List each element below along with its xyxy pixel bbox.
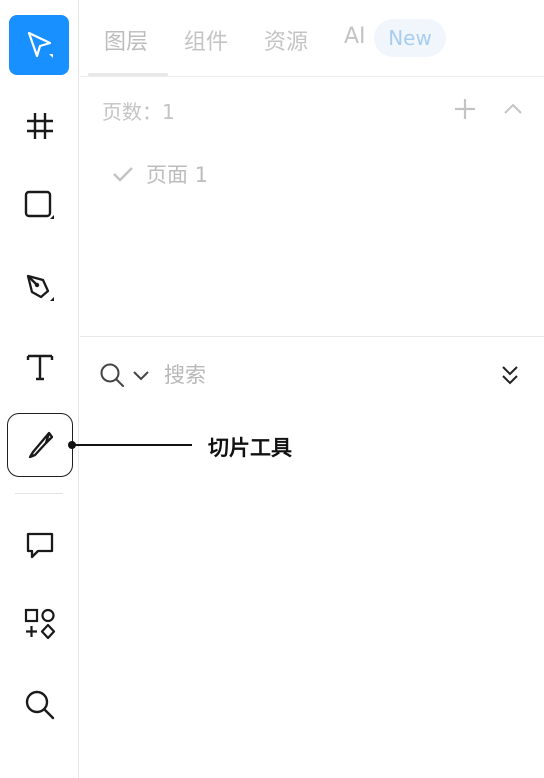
pen-tool-button[interactable] — [8, 256, 72, 320]
page-item-label: 页面 1 — [146, 163, 209, 187]
text-tool-button[interactable] — [8, 335, 72, 399]
pages-count-label: 页数：1 — [102, 100, 175, 124]
search-input[interactable] — [164, 363, 444, 387]
text-T-icon — [26, 354, 54, 381]
panel-tabs: 图层 组件 资源 AI New — [80, 0, 544, 77]
left-toolbar — [0, 0, 79, 778]
frame-tool-button[interactable] — [8, 94, 72, 158]
toolbar-divider — [15, 493, 63, 494]
shapes-grid-icon — [24, 608, 56, 640]
layers-panel: 图层 组件 资源 AI New 页数：1 页面 1 — [80, 0, 544, 778]
comment-bubble-icon — [26, 532, 54, 559]
slice-knife-icon — [28, 431, 54, 459]
section-divider — [80, 336, 544, 337]
callout-line — [74, 444, 192, 446]
comment-tool-button[interactable] — [8, 513, 72, 577]
expand-all-icon[interactable] — [498, 362, 522, 388]
check-icon — [113, 167, 133, 182]
shape-tool-button[interactable] — [8, 174, 72, 238]
hash-frame-icon — [27, 113, 53, 139]
tab-layers[interactable]: 图层 — [104, 24, 148, 56]
rectangle-icon — [24, 190, 54, 219]
tab-components[interactable]: 组件 — [184, 24, 228, 56]
plugins-tool-button[interactable] — [8, 592, 72, 656]
add-page-icon[interactable] — [452, 96, 478, 122]
tab-assets[interactable]: 资源 — [264, 24, 308, 56]
search-icon[interactable] — [98, 361, 126, 389]
chevron-up-icon[interactable] — [500, 96, 526, 122]
slice-tool-button[interactable] — [7, 413, 73, 477]
active-tab-indicator — [88, 73, 168, 76]
pen-nib-icon — [26, 274, 54, 301]
cursor-arrow-icon — [27, 31, 53, 58]
slice-tool-callout-label: 切片工具 — [208, 436, 292, 460]
chevron-down-icon[interactable] — [130, 364, 152, 386]
magnifier-icon — [25, 690, 55, 720]
new-badge: New — [374, 19, 446, 57]
move-tool-button[interactable] — [9, 15, 69, 75]
search-tool-button[interactable] — [8, 673, 72, 737]
layer-search — [98, 358, 444, 392]
page-list-item[interactable]: 页面 1 — [110, 158, 208, 190]
tab-ai[interactable]: AI — [344, 24, 366, 49]
